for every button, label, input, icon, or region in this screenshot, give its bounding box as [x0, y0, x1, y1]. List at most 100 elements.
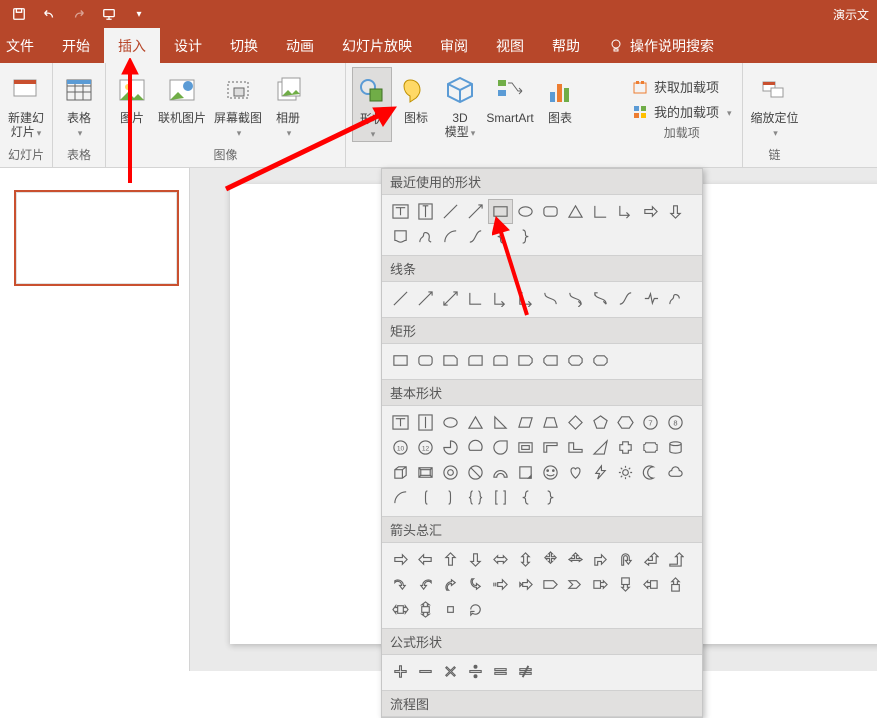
chart-button[interactable]: 图表	[540, 67, 580, 125]
rect-4[interactable]	[463, 348, 488, 373]
qat-customize-icon[interactable]: ▾	[126, 2, 152, 26]
shape-flowchart-doc[interactable]	[388, 224, 413, 249]
rect-9[interactable]	[588, 348, 613, 373]
basic-right-triangle[interactable]	[488, 410, 513, 435]
line-elbow-double[interactable]	[513, 286, 538, 311]
line-scribble[interactable]	[663, 286, 688, 311]
basic-bracket-pair[interactable]	[488, 485, 513, 510]
basic-frame[interactable]	[513, 435, 538, 460]
new-slide-button[interactable]: 新建幻灯片	[6, 67, 46, 140]
line-curve3[interactable]	[588, 286, 613, 311]
tab-view[interactable]: 视图	[482, 28, 538, 63]
arrow-notched[interactable]	[513, 572, 538, 597]
arrow-circular[interactable]	[463, 597, 488, 622]
basic-cloud[interactable]	[663, 460, 688, 485]
basic-moon[interactable]	[638, 460, 663, 485]
arrow-leftup[interactable]	[638, 547, 663, 572]
rect-6[interactable]	[513, 348, 538, 373]
shape-elbow-arrow[interactable]	[613, 199, 638, 224]
basic-pentagon[interactable]	[588, 410, 613, 435]
slideshow-start-icon[interactable]	[96, 2, 122, 26]
shape-line[interactable]	[438, 199, 463, 224]
basic-brace-pair[interactable]	[463, 485, 488, 510]
tell-me-search[interactable]: 操作说明搜索	[594, 28, 714, 63]
basic-bevel[interactable]	[413, 460, 438, 485]
tab-home[interactable]: 开始	[48, 28, 104, 63]
arrow-quad[interactable]	[538, 547, 563, 572]
basic-heart[interactable]	[563, 460, 588, 485]
line-freeform2[interactable]	[638, 286, 663, 311]
tab-animations[interactable]: 动画	[272, 28, 328, 63]
basic-sun[interactable]	[613, 460, 638, 485]
shapes-button[interactable]: 形状	[352, 67, 392, 142]
shape-down-arrow[interactable]	[663, 199, 688, 224]
basic-arc2[interactable]	[388, 485, 413, 510]
smartart-button[interactable]: SmartArt	[484, 67, 536, 125]
tab-slideshow[interactable]: 幻灯片放映	[328, 28, 426, 63]
table-button[interactable]: 表格	[59, 67, 99, 140]
basic-heptagon[interactable]: 7	[638, 410, 663, 435]
tab-transitions[interactable]: 切换	[216, 28, 272, 63]
basic-trapezoid[interactable]	[538, 410, 563, 435]
shape-rectangle[interactable]	[488, 199, 513, 224]
rect-5[interactable]	[488, 348, 513, 373]
basic-folded[interactable]	[513, 460, 538, 485]
arrow-curved-u[interactable]	[438, 572, 463, 597]
arrow-curved-d[interactable]	[463, 572, 488, 597]
pictures-button[interactable]: 图片	[112, 67, 152, 125]
tab-help[interactable]: 帮助	[538, 28, 594, 63]
shape-arc[interactable]	[438, 224, 463, 249]
line-elbow[interactable]	[463, 286, 488, 311]
shape-curve[interactable]	[463, 224, 488, 249]
rect-7[interactable]	[538, 348, 563, 373]
basic-smiley[interactable]	[538, 460, 563, 485]
basic-donut[interactable]	[438, 460, 463, 485]
basic-cross[interactable]	[613, 435, 638, 460]
album-button[interactable]: 相册	[268, 67, 308, 140]
shape-triangle[interactable]	[563, 199, 588, 224]
zoom-button[interactable]: 缩放定位	[749, 67, 801, 140]
arrow-down[interactable]	[463, 547, 488, 572]
basic-l[interactable]	[563, 435, 588, 460]
arrow-pentagon[interactable]	[538, 572, 563, 597]
basic-plaque[interactable]	[638, 435, 663, 460]
basic-cube[interactable]	[388, 460, 413, 485]
rect-1[interactable]	[388, 348, 413, 373]
eq-minus[interactable]	[413, 659, 438, 684]
basic-diag[interactable]	[588, 435, 613, 460]
tab-file[interactable]: 文件	[0, 28, 48, 63]
basic-triangle[interactable]	[463, 410, 488, 435]
line-straight[interactable]	[388, 286, 413, 311]
tab-design[interactable]: 设计	[160, 28, 216, 63]
shape-right-arrow[interactable]	[638, 199, 663, 224]
eq-multiply[interactable]	[438, 659, 463, 684]
rect-8[interactable]	[563, 348, 588, 373]
basic-brace-l[interactable]	[513, 485, 538, 510]
line-arrow[interactable]	[413, 286, 438, 311]
eq-equal[interactable]	[488, 659, 513, 684]
shape-textbox[interactable]	[388, 199, 413, 224]
slide-thumbnail-panel[interactable]	[0, 168, 190, 671]
line-freeform1[interactable]	[613, 286, 638, 311]
icons-button[interactable]: 图标	[396, 67, 436, 125]
shape-rounded-rect[interactable]	[538, 199, 563, 224]
tab-review[interactable]: 审阅	[426, 28, 482, 63]
rect-3[interactable]	[438, 348, 463, 373]
arrow-callout-d[interactable]	[613, 572, 638, 597]
basic-lightning[interactable]	[588, 460, 613, 485]
shape-textbox-vertical[interactable]	[413, 199, 438, 224]
eq-divide[interactable]	[463, 659, 488, 684]
arrow-curved-r[interactable]	[388, 572, 413, 597]
arrow-updown[interactable]	[513, 547, 538, 572]
arrow-bent[interactable]	[588, 547, 613, 572]
online-pictures-button[interactable]: 联机图片	[156, 67, 208, 125]
basic-pie[interactable]	[438, 435, 463, 460]
arrow-callout-lr[interactable]	[388, 597, 413, 622]
arrow-uturn[interactable]	[613, 547, 638, 572]
basic-chord[interactable]	[463, 435, 488, 460]
arrow-striped[interactable]	[488, 572, 513, 597]
basic-half-frame[interactable]	[538, 435, 563, 460]
arrow-leftrightup[interactable]	[563, 547, 588, 572]
basic-oval[interactable]	[438, 410, 463, 435]
basic-teardrop[interactable]	[488, 435, 513, 460]
